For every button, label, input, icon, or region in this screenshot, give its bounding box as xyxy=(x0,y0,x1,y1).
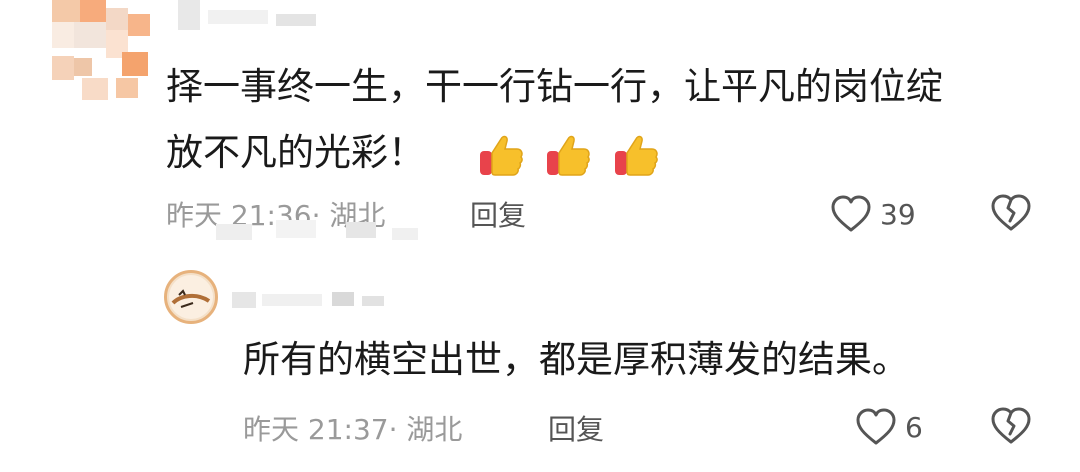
comment-text: 所有的横空出世，都是厚积薄发的结果。 xyxy=(243,338,909,381)
reply-button[interactable]: 回复 xyxy=(548,408,604,448)
comment-time: 昨天 21:37 xyxy=(243,413,389,446)
redaction-mask xyxy=(216,220,426,242)
like-count: 6 xyxy=(905,410,923,444)
avatar-image xyxy=(169,275,213,319)
thumbs-up-icon xyxy=(615,135,658,176)
username[interactable] xyxy=(232,288,392,310)
avatar[interactable] xyxy=(164,270,218,324)
thumbs-up-icon xyxy=(479,135,523,176)
reply-button[interactable]: 回复 xyxy=(470,194,526,234)
comment-location: · 湖北 xyxy=(388,413,463,446)
username[interactable] xyxy=(178,0,328,30)
heart-icon xyxy=(831,195,871,232)
broken-heart-icon xyxy=(991,407,1031,444)
dislike-button[interactable] xyxy=(990,193,1032,237)
heart-icon xyxy=(856,408,896,445)
comment-text-line-2-row: 放不凡的光彩！ xyxy=(166,126,943,180)
comment-text-line-2: 放不凡的光彩！ xyxy=(166,131,425,174)
dislike-button[interactable] xyxy=(990,406,1032,450)
comment-text: 择一事终一生，干一行钻一行，让平凡的岗位绽 放不凡的光彩！ xyxy=(166,60,943,180)
avatar[interactable] xyxy=(52,0,152,110)
like-button[interactable]: 6 xyxy=(855,406,923,448)
comment-text-line-1: 择一事终一生，干一行钻一行，让平凡的岗位绽 xyxy=(166,65,943,108)
like-button[interactable]: 39 xyxy=(830,193,916,235)
like-count: 39 xyxy=(880,197,916,231)
thumbs-up-icon xyxy=(547,135,591,176)
comment-meta: 昨天 21:37· 湖北 xyxy=(243,408,462,448)
broken-heart-icon xyxy=(991,194,1031,231)
